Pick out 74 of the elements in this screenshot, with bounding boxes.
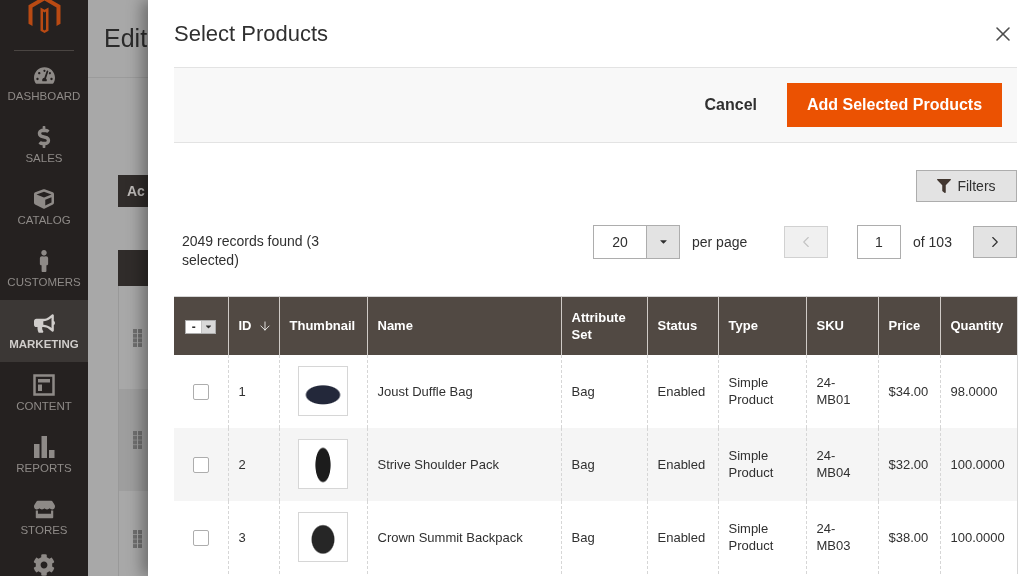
sort-arrow-icon — [257, 318, 272, 333]
sidebar-item[interactable]: CONTENT — [0, 362, 88, 424]
next-page-button[interactable] — [973, 225, 1017, 258]
storefront-icon — [33, 498, 55, 520]
per-page-label: per page — [692, 233, 749, 250]
column-header[interactable]: ID — [228, 296, 279, 355]
settings-icon[interactable] — [33, 554, 55, 576]
table-cell: Simple Product — [718, 500, 806, 574]
drag-handle-icon[interactable] — [133, 431, 142, 449]
sidebar-item[interactable]: SALES — [0, 114, 88, 176]
table-cell: Enabled — [647, 354, 718, 428]
sidebar-item[interactable]: STORES — [0, 486, 88, 548]
per-page-select[interactable]: 20 — [593, 224, 680, 259]
table-header-bar — [118, 250, 148, 286]
table-cell: 1 — [228, 354, 279, 428]
sidebar-item[interactable]: DASHBOARD — [0, 52, 88, 114]
table-cell: 24-MB01 — [806, 354, 878, 428]
cancel-button[interactable]: Cancel — [704, 93, 757, 117]
page-title: Edit — [104, 23, 148, 54]
table-cell: 24-MB04 — [806, 427, 878, 501]
column-header[interactable]: Status — [647, 296, 718, 355]
table-cell: $38.00 — [878, 500, 940, 574]
table-cell: 24-MB03 — [806, 500, 878, 574]
column-header[interactable]: Quantity — [940, 296, 1017, 355]
sidebar-item[interactable]: REPORTS — [0, 424, 88, 486]
drag-handle-icon[interactable] — [133, 530, 142, 548]
table-cell: $34.00 — [878, 354, 940, 428]
column-header[interactable]: Price — [878, 296, 940, 355]
table-cell: Enabled — [647, 427, 718, 501]
photo-placeholder — [298, 512, 348, 562]
column-header[interactable]: Attribute Set — [561, 296, 647, 355]
table-cell: Bag — [561, 500, 647, 574]
photo-placeholder — [298, 366, 348, 416]
layout-icon — [33, 374, 55, 396]
page-total-label: of 103 — [913, 233, 953, 250]
table-cell: Simple Product — [718, 427, 806, 501]
gauge-icon — [33, 64, 55, 86]
table-cell: Strive Shoulder Pack — [367, 427, 561, 501]
sidebar-item[interactable]: CUSTOMERS — [0, 238, 88, 300]
modal-title: Select Products — [174, 19, 329, 48]
table-cell: $32.00 — [878, 427, 940, 501]
column-header[interactable]: SKU — [806, 296, 878, 355]
bar-chart-icon — [33, 436, 55, 458]
filters-button[interactable]: Filters — [916, 170, 1017, 202]
column-header[interactable]: Thumbnail — [279, 296, 367, 355]
action-button[interactable]: Ac — [118, 175, 148, 207]
row-checkbox[interactable] — [192, 383, 209, 400]
table-cell: Bag — [561, 354, 647, 428]
table-cell: 100.0000 — [940, 427, 1017, 501]
mass-select-button[interactable]: - — [185, 319, 217, 334]
table-cell: 100.0000 — [940, 500, 1017, 574]
table-cell: 98.0000 — [940, 354, 1017, 428]
sidebar-item[interactable]: MARKETING — [0, 300, 88, 362]
photo-placeholder — [298, 439, 348, 489]
filter-icon — [937, 179, 952, 193]
column-header[interactable]: Name — [367, 296, 561, 355]
table-cell: 3 — [228, 500, 279, 574]
sidebar-item[interactable]: CATALOG — [0, 176, 88, 238]
records-count: 2049 records found (3 selected) — [182, 232, 320, 270]
cube-icon — [34, 189, 54, 209]
table-cell: Bag — [561, 427, 647, 501]
megaphone-icon — [33, 312, 55, 334]
table-cell: Enabled — [647, 500, 718, 574]
table-cell: Simple Product — [718, 354, 806, 428]
table-cell: Crown Summit Backpack — [367, 500, 561, 574]
logo-icon[interactable] — [27, 0, 61, 33]
table-cell: 2 — [228, 427, 279, 501]
table-cell: Joust Duffle Bag — [367, 354, 561, 428]
drag-handle-icon[interactable] — [133, 328, 142, 347]
row-checkbox[interactable] — [192, 456, 209, 473]
add-selected-button[interactable]: Add Selected Products — [787, 83, 1002, 127]
column-header[interactable]: Type — [718, 296, 806, 355]
page-number-field[interactable]: 1 — [857, 224, 901, 259]
row-checkbox[interactable] — [192, 529, 209, 546]
